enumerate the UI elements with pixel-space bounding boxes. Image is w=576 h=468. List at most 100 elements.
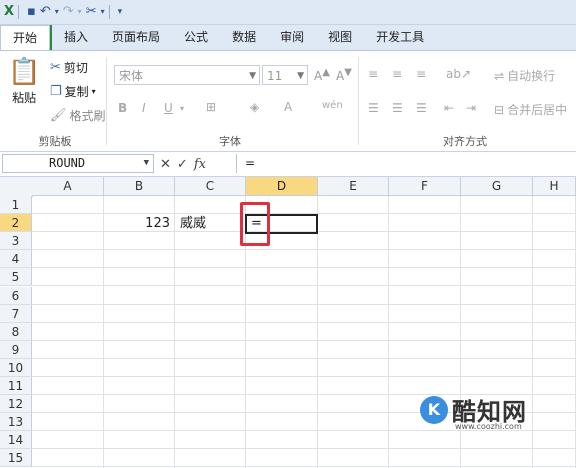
name-box-value: ROUND (49, 156, 86, 170)
undo-icon[interactable]: ↶ (40, 2, 51, 22)
row-header-9[interactable]: 9 (0, 340, 32, 359)
row-header-12[interactable]: 12 (0, 395, 32, 414)
column-header-a[interactable]: A (32, 177, 104, 196)
grow-font-icon: A▲ (314, 67, 330, 83)
align-top-icon: ≡ (368, 67, 379, 81)
cell-c2[interactable]: 威威 (177, 215, 247, 233)
paste-icon: 📋 (8, 57, 41, 87)
align-middle-button[interactable]: ≡ (392, 67, 402, 81)
customize-qat-icon[interactable]: ▾ (118, 2, 123, 22)
save-icon[interactable]: ▪ (27, 2, 36, 22)
row-header-6[interactable]: 6 (0, 286, 32, 305)
gridline (32, 339, 576, 341)
bold-button[interactable]: B (118, 101, 127, 115)
chevron-down-icon: ▼ (249, 71, 256, 81)
name-box[interactable]: ROUND ▼ (2, 154, 154, 173)
italic-button[interactable]: I (142, 101, 146, 115)
ribbon-tabs: 文件 开始 插入 页面布局 公式 数据 审阅 视图 开发工具 (0, 25, 576, 51)
row-header-1[interactable]: 1 (0, 196, 32, 214)
shrink-font-icon: A▼ (336, 67, 352, 83)
wrap-text-label: 自动换行 (507, 69, 556, 83)
copy-button[interactable]: ❐ 复制 ▾ (50, 83, 96, 100)
tools-dropdown-icon[interactable]: ▾ (101, 2, 105, 22)
wrap-text-button[interactable]: ⇌ 自动换行 (494, 67, 555, 84)
row-header-2[interactable]: 2 (0, 214, 32, 233)
wrap-text-icon: ⇌ (494, 68, 505, 83)
fill-color-button[interactable]: ◈ (250, 100, 259, 114)
column-header-d[interactable]: D (246, 177, 318, 196)
tab-review[interactable]: 审阅 (268, 25, 316, 50)
undo-dropdown-icon[interactable]: ▾ (55, 2, 59, 22)
paste-label: 粘贴 (12, 91, 37, 105)
row-header-11[interactable]: 11 (0, 377, 32, 395)
gridline (32, 285, 576, 287)
column-header-b[interactable]: B (104, 177, 175, 196)
select-all-corner[interactable] (0, 177, 33, 197)
chevron-down-icon: ▾ (91, 87, 96, 96)
gridline (317, 196, 318, 468)
paste-button[interactable]: 📋 粘贴 (8, 57, 40, 106)
row-header-14[interactable]: 14 (0, 431, 32, 450)
decrease-indent-button[interactable]: ⇤ (444, 101, 454, 115)
tab-formulas[interactable]: 公式 (172, 25, 220, 50)
redo-dropdown-icon[interactable]: ▾ (78, 2, 82, 22)
increase-indent-button[interactable]: ⇥ (466, 101, 476, 115)
row-header-3[interactable]: 3 (0, 232, 32, 251)
underline-button[interactable]: U (164, 101, 173, 115)
borders-button[interactable]: ⊞ (206, 100, 216, 114)
column-header-g[interactable]: G (461, 177, 533, 196)
tab-home[interactable]: 开始 (0, 25, 51, 50)
format-painter-label: 格式刷 (69, 109, 106, 123)
column-header-e[interactable]: E (318, 177, 389, 196)
font-color-button[interactable]: A (284, 100, 292, 114)
tab-insert[interactable]: 插入 (52, 25, 100, 50)
row-header-8[interactable]: 8 (0, 322, 32, 341)
font-group-label: 字体 (219, 135, 241, 148)
divider (108, 5, 110, 19)
align-top-button[interactable]: ≡ (368, 67, 378, 81)
align-center-button[interactable]: ☰ (392, 101, 403, 115)
font-name-select[interactable]: 宋体 ▼ (114, 65, 260, 85)
cell-b2[interactable]: 123 (104, 215, 174, 233)
phonetic-button[interactable]: wén (322, 100, 343, 111)
orientation-button[interactable]: ab↗ (446, 67, 471, 81)
insert-function-button[interactable]: fx (194, 157, 206, 172)
align-left-button[interactable]: ☰ (368, 101, 379, 115)
underline-dropdown[interactable]: ▾ (180, 104, 184, 113)
enter-icon[interactable]: ✓ (177, 157, 188, 172)
format-painter-button[interactable]: 🖌 格式刷 (50, 107, 106, 124)
row-header-10[interactable]: 10 (0, 358, 32, 377)
cut-label: 剪切 (63, 61, 88, 75)
cancel-icon[interactable]: ✕ (160, 157, 171, 172)
row-header-5[interactable]: 5 (0, 268, 32, 287)
row-header-4[interactable]: 4 (0, 250, 32, 269)
gridline (103, 196, 104, 468)
phonetic-icon: wén (322, 100, 343, 111)
row-header-7[interactable]: 7 (0, 304, 32, 323)
tools-icon[interactable]: ✂ (86, 2, 97, 22)
align-bottom-button[interactable]: ≡ (416, 67, 426, 81)
row-header-13[interactable]: 13 (0, 413, 32, 432)
tab-data[interactable]: 数据 (220, 25, 268, 50)
formula-input[interactable]: = (236, 154, 574, 173)
grow-font-button[interactable]: A▲ (314, 67, 330, 83)
column-header-h[interactable]: H (533, 177, 576, 196)
tab-view[interactable]: 视图 (316, 25, 364, 50)
align-right-button[interactable]: ☰ (416, 101, 427, 115)
cut-button[interactable]: ✂ 剪切 (50, 59, 88, 76)
redo-icon[interactable]: ↷ (63, 2, 74, 22)
tab-developer[interactable]: 开发工具 (364, 25, 436, 50)
align-right-icon: ☰ (416, 101, 427, 115)
column-header-c[interactable]: C (175, 177, 246, 196)
column-header-f[interactable]: F (389, 177, 461, 196)
shrink-font-button[interactable]: A▼ (336, 67, 352, 83)
merge-icon: ⊟ (494, 102, 505, 117)
tab-page-layout[interactable]: 页面布局 (100, 25, 172, 50)
font-size-select[interactable]: 11 ▼ (262, 65, 308, 85)
quick-access-toolbar: X ▪ ↶ ▾ ↷ ▾ ✂ ▾ ▾ (0, 0, 576, 25)
merge-center-button[interactable]: ⊟ 合并后居中 (494, 101, 567, 118)
gridline (32, 375, 576, 377)
scissors-icon: ✂ (50, 60, 61, 75)
row-header-15[interactable]: 15 (0, 449, 32, 468)
gridline (532, 196, 533, 468)
